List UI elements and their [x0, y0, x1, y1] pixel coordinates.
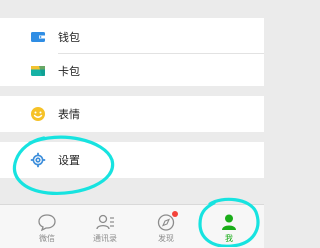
- menu-item-settings[interactable]: 设置: [0, 143, 264, 177]
- settings-group: 设置: [0, 142, 264, 178]
- card-icon: [31, 66, 45, 76]
- emoji-group: 表情: [0, 96, 264, 132]
- wallet-icon: [31, 32, 45, 42]
- chat-bubble-icon: [38, 214, 56, 231]
- tab-contacts[interactable]: 通讯录: [72, 205, 138, 248]
- tab-discover[interactable]: 发现: [133, 205, 199, 248]
- tab-contacts-label: 通讯录: [93, 234, 117, 243]
- contacts-icon: [96, 214, 114, 230]
- wallet-label: 钱包: [58, 31, 80, 44]
- menu-item-cards[interactable]: 卡包: [0, 54, 264, 88]
- section-gap: [0, 0, 264, 18]
- menu-item-wallet[interactable]: 钱包: [0, 20, 264, 54]
- me-screen: 钱包 卡包 表情 设置 微信 通讯录 发现 我: [0, 0, 264, 248]
- bottom-tab-bar: 微信 通讯录 发现 我: [0, 204, 264, 248]
- notification-dot: [172, 211, 178, 217]
- smiley-icon: [31, 107, 45, 121]
- tab-discover-label: 发现: [158, 234, 174, 243]
- emoji-label: 表情: [58, 108, 80, 121]
- tab-me[interactable]: 我: [196, 205, 262, 248]
- gear-icon: [30, 152, 46, 168]
- tab-me-label: 我: [225, 234, 233, 243]
- tab-chats-label: 微信: [39, 234, 55, 243]
- menu-item-emoji[interactable]: 表情: [0, 97, 264, 131]
- wallet-group: 钱包 卡包: [0, 18, 264, 86]
- tab-chats[interactable]: 微信: [14, 205, 80, 248]
- person-icon: [222, 214, 236, 230]
- settings-label: 设置: [58, 154, 80, 167]
- cards-label: 卡包: [58, 65, 80, 78]
